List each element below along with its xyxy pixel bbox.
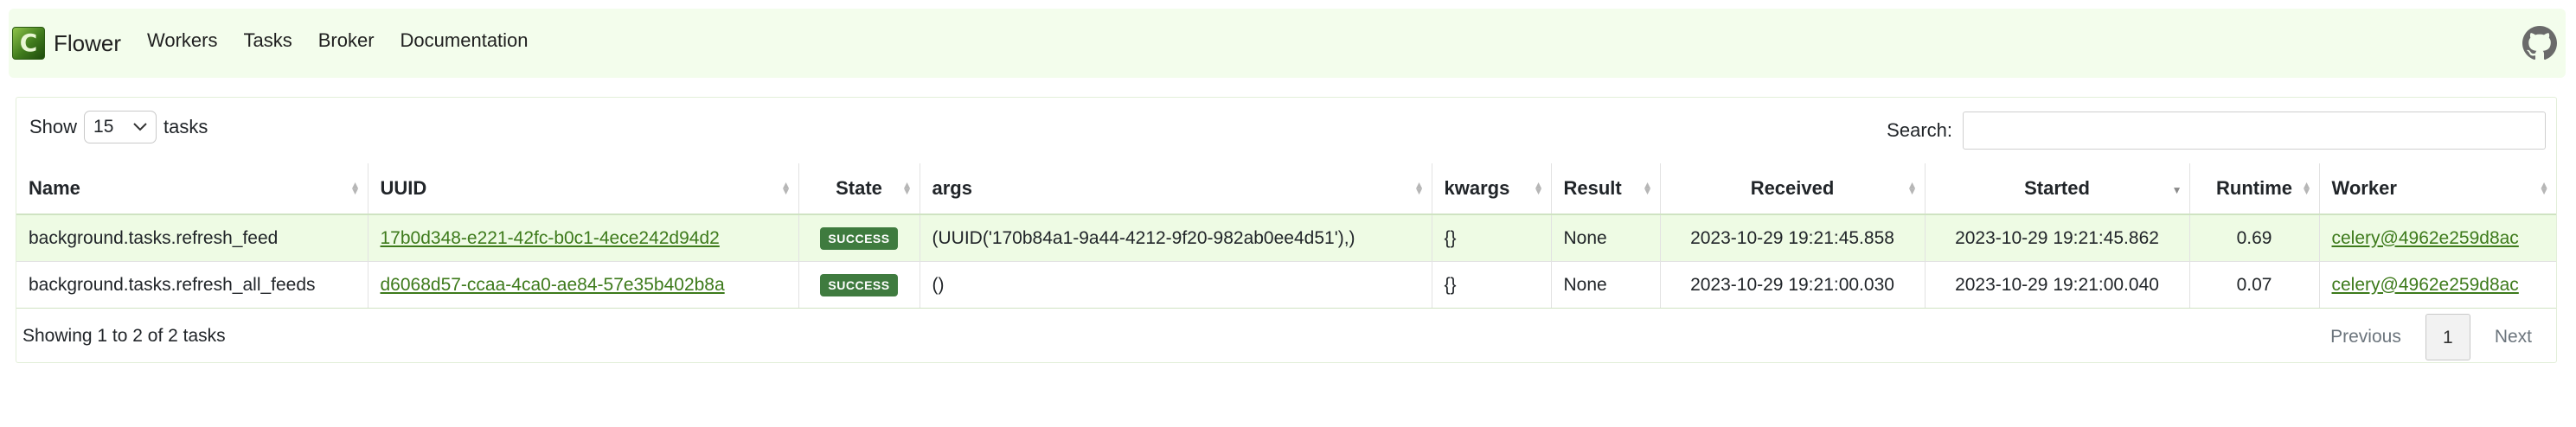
task-state-cell: SUCCESS [798, 261, 920, 309]
status-badge: SUCCESS [820, 226, 898, 250]
nav-tasks[interactable]: Tasks [244, 29, 292, 52]
task-received: 2023-10-29 19:21:00.030 [1660, 261, 1926, 309]
task-state-cell: SUCCESS [798, 214, 920, 262]
status-badge: SUCCESS [820, 273, 898, 296]
search-input[interactable] [1963, 112, 2546, 150]
tasks-panel: Show 15 tasks Search: Name ▲ ▼ UUID ▲ ▼ Stat… [16, 97, 2557, 363]
github-icon[interactable] [2522, 26, 2557, 61]
search-control: Search: [1887, 112, 2546, 150]
task-started: 2023-10-29 19:21:45.862 [1925, 214, 2190, 262]
page-1-button[interactable]: 1 [2425, 314, 2470, 360]
column-header-name[interactable]: Name ▲ ▼ [16, 163, 368, 215]
navbar: C Flower Workers Tasks Broker Documentat… [9, 9, 2566, 78]
nav-documentation[interactable]: Documentation [400, 29, 529, 52]
sort-icon: ▲ ▼ [1642, 179, 1653, 197]
column-header-received[interactable]: Received ▲ ▼ [1660, 163, 1926, 215]
task-result: None [1551, 261, 1661, 309]
task-args: () [920, 261, 1432, 309]
worker-link[interactable]: celery@4962e259d8ac [2332, 275, 2519, 295]
page-size-select[interactable]: 15 [84, 111, 157, 143]
task-result: None [1551, 214, 1661, 262]
nav-workers[interactable]: Workers [147, 29, 218, 52]
task-runtime: 0.69 [2189, 214, 2320, 262]
sort-icon: ▲ ▼ [2301, 179, 2312, 197]
task-worker-cell: celery@4962e259d8ac [2319, 261, 2556, 309]
task-name: background.tasks.refresh_all_feeds [16, 261, 368, 309]
pagination: Previous 1 Next [2318, 314, 2544, 360]
nav-links: Workers Tasks Broker Documentation [147, 29, 529, 52]
task-uuid-cell: 17b0d348-e221-42fc-b0c1-4ece242d94d2 [368, 214, 799, 262]
previous-button[interactable]: Previous [2318, 314, 2413, 360]
brand[interactable]: C Flower [12, 27, 121, 60]
page-size-value: 15 [93, 117, 114, 137]
show-label: Show [29, 116, 78, 137]
column-header-kwargs[interactable]: kwargs ▲ ▼ [1432, 163, 1552, 215]
sort-desc-icon: ▼ [2171, 184, 2182, 196]
sort-icon: ▲ ▼ [1413, 179, 1425, 197]
column-header-state[interactable]: State ▲ ▼ [798, 163, 920, 215]
task-name: background.tasks.refresh_feed [16, 214, 368, 262]
page-length-control: Show 15 tasks [29, 111, 208, 143]
column-header-uuid[interactable]: UUID ▲ ▼ [368, 163, 799, 215]
task-worker-cell: celery@4962e259d8ac [2319, 214, 2556, 262]
column-header-runtime[interactable]: Runtime ▲ ▼ [2189, 163, 2320, 215]
task-started: 2023-10-29 19:21:00.040 [1925, 261, 2190, 309]
sort-icon: ▲ ▼ [2539, 179, 2549, 197]
task-runtime: 0.07 [2189, 261, 2320, 309]
sort-icon: ▲ ▼ [349, 179, 361, 197]
table-row: background.tasks.refresh_all_feeds d6068… [16, 261, 2556, 309]
task-kwargs: {} [1432, 214, 1552, 262]
tasks-table: Name ▲ ▼ UUID ▲ ▼ State ▲ ▼ args ▲ ▼ kwargs ▲ ▼ Re… [16, 163, 2556, 309]
sort-icon: ▲ ▼ [901, 179, 913, 197]
next-button[interactable]: Next [2483, 314, 2544, 360]
task-args: (UUID('170b84a1-9a44-4212-9f20-982ab0ee4… [920, 214, 1432, 262]
column-header-worker[interactable]: Worker ▲ ▼ [2319, 163, 2556, 215]
task-uuid-cell: d6068d57-ccaa-4ca0-ae84-57e35b402b8a [368, 261, 799, 309]
task-uuid-link[interactable]: d6068d57-ccaa-4ca0-ae84-57e35b402b8a [381, 275, 725, 295]
task-uuid-link[interactable]: 17b0d348-e221-42fc-b0c1-4ece242d94d2 [381, 228, 720, 248]
tasks-label: tasks [163, 116, 208, 137]
flower-logo-icon[interactable]: C [12, 27, 45, 60]
sort-icon: ▲ ▼ [780, 179, 791, 197]
worker-link[interactable]: celery@4962e259d8ac [2332, 228, 2519, 248]
brand-name[interactable]: Flower [54, 30, 121, 57]
table-row: background.tasks.refresh_feed 17b0d348-e… [16, 214, 2556, 262]
column-header-args[interactable]: args ▲ ▼ [920, 163, 1432, 215]
column-header-result[interactable]: Result ▲ ▼ [1551, 163, 1661, 215]
sort-icon: ▲ ▼ [1533, 179, 1544, 197]
table-header-row: Name ▲ ▼ UUID ▲ ▼ State ▲ ▼ args ▲ ▼ kwargs ▲ ▼ Re… [16, 163, 2556, 215]
column-header-started[interactable]: Started ▼ [1925, 163, 2190, 215]
table-info: Showing 1 to 2 of 2 tasks [22, 326, 226, 346]
task-received: 2023-10-29 19:21:45.858 [1660, 214, 1926, 262]
search-label: Search: [1887, 119, 1952, 141]
chevron-down-icon [133, 123, 147, 131]
sort-icon: ▲ ▼ [1906, 179, 1918, 197]
nav-broker[interactable]: Broker [318, 29, 375, 52]
task-kwargs: {} [1432, 261, 1552, 309]
